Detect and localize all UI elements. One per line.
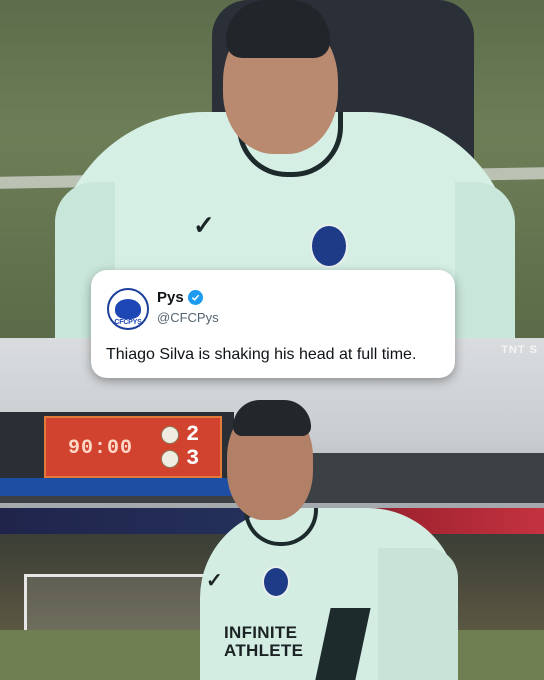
avatar[interactable]: CFCPYS [107,288,149,330]
score-panel: 90:00 2 3 [44,416,222,478]
goal-frame [24,574,210,637]
away-score: 3 [186,446,200,471]
nike-swoosh-icon: ✓ [193,210,215,240]
home-team-icon [161,426,179,444]
avatar-label: CFCPYS [114,319,142,326]
broadcaster-watermark: TNT S [501,344,538,356]
shirt-sponsor: INFINITE ATHLETE [224,624,303,660]
author-handle[interactable]: @CFCPys [157,310,219,325]
author-row: Pys [157,289,203,306]
player-hair-bottom [233,400,311,436]
display-name[interactable]: Pys [157,289,184,306]
club-crest-icon [262,566,290,598]
sponsor-line-2: ATHLETE [224,641,304,660]
right-sleeve [455,182,515,338]
ad-board [0,478,240,496]
sponsor-line-1: INFINITE [224,623,298,642]
stadium-scoreboard: 90:00 2 3 [0,412,234,478]
right-sleeve-bottom [378,548,458,680]
nike-swoosh-icon: ✓ [206,570,223,592]
shirt-stripe [309,608,371,680]
home-score: 2 [186,422,200,447]
club-crest-icon [310,224,348,268]
tweet-card[interactable]: CFCPYS Pys @CFCPys Thiago Silva is shaki… [91,270,455,378]
player-hair [226,0,330,58]
player-shirt-bottom: ✓ INFINITE ATHLETE [200,508,458,680]
tweet-text: Thiago Silva is shaking his head at full… [106,346,417,363]
match-clock: 90:00 [68,437,134,460]
verified-badge-icon [187,290,203,305]
lion-crest-icon [115,299,141,319]
bottom-photo: TNT S 90:00 2 3 ✓ INFINITE ATHLETE [0,338,544,680]
away-team-icon [161,450,179,468]
